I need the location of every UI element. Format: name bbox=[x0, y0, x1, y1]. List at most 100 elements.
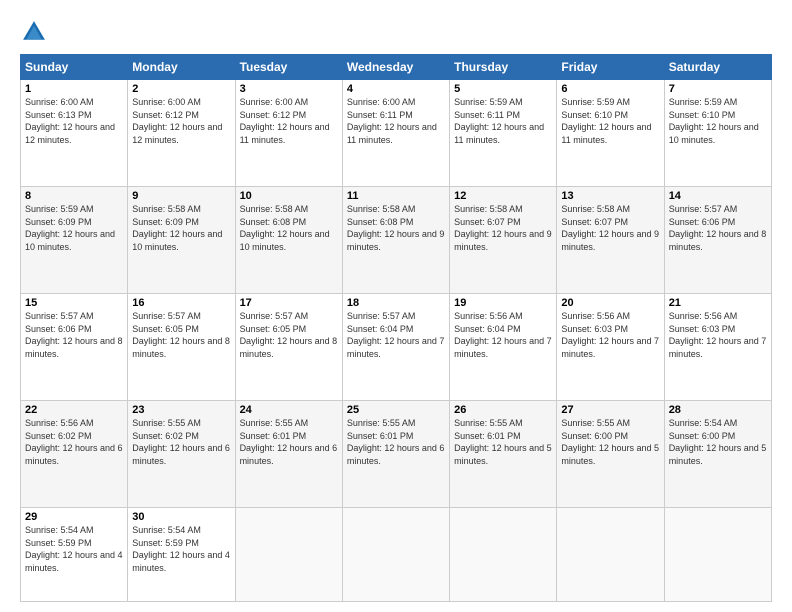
day-number: 10 bbox=[240, 190, 338, 202]
day-number: 15 bbox=[25, 297, 123, 309]
day-cell: 19Sunrise: 5:56 AMSunset: 6:04 PMDayligh… bbox=[450, 294, 557, 401]
day-info: Sunrise: 5:54 AMSunset: 5:59 PMDaylight:… bbox=[25, 524, 123, 574]
day-info: Sunrise: 6:00 AMSunset: 6:11 PMDaylight:… bbox=[347, 96, 445, 146]
day-cell: 17Sunrise: 5:57 AMSunset: 6:05 PMDayligh… bbox=[235, 294, 342, 401]
day-info: Sunrise: 5:57 AMSunset: 6:05 PMDaylight:… bbox=[240, 310, 338, 360]
day-number: 5 bbox=[454, 83, 552, 95]
day-info: Sunrise: 5:56 AMSunset: 6:03 PMDaylight:… bbox=[561, 310, 659, 360]
day-cell: 18Sunrise: 5:57 AMSunset: 6:04 PMDayligh… bbox=[342, 294, 449, 401]
week-row-4: 22Sunrise: 5:56 AMSunset: 6:02 PMDayligh… bbox=[21, 401, 772, 508]
day-cell bbox=[450, 508, 557, 602]
day-number: 17 bbox=[240, 297, 338, 309]
day-cell bbox=[664, 508, 771, 602]
day-cell: 14Sunrise: 5:57 AMSunset: 6:06 PMDayligh… bbox=[664, 187, 771, 294]
logo bbox=[20, 18, 52, 46]
day-number: 21 bbox=[669, 297, 767, 309]
day-info: Sunrise: 5:55 AMSunset: 6:00 PMDaylight:… bbox=[561, 417, 659, 467]
day-cell: 20Sunrise: 5:56 AMSunset: 6:03 PMDayligh… bbox=[557, 294, 664, 401]
day-info: Sunrise: 5:55 AMSunset: 6:02 PMDaylight:… bbox=[132, 417, 230, 467]
logo-icon bbox=[20, 18, 48, 46]
day-info: Sunrise: 5:54 AMSunset: 6:00 PMDaylight:… bbox=[669, 417, 767, 467]
day-info: Sunrise: 6:00 AMSunset: 6:12 PMDaylight:… bbox=[132, 96, 230, 146]
day-cell: 29Sunrise: 5:54 AMSunset: 5:59 PMDayligh… bbox=[21, 508, 128, 602]
calendar-header: SundayMondayTuesdayWednesdayThursdayFrid… bbox=[21, 55, 772, 80]
day-cell: 23Sunrise: 5:55 AMSunset: 6:02 PMDayligh… bbox=[128, 401, 235, 508]
day-number: 29 bbox=[25, 511, 123, 523]
day-info: Sunrise: 5:56 AMSunset: 6:02 PMDaylight:… bbox=[25, 417, 123, 467]
calendar-table: SundayMondayTuesdayWednesdayThursdayFrid… bbox=[20, 54, 772, 602]
day-number: 6 bbox=[561, 83, 659, 95]
day-number: 23 bbox=[132, 404, 230, 416]
day-cell: 2Sunrise: 6:00 AMSunset: 6:12 PMDaylight… bbox=[128, 80, 235, 187]
day-cell: 4Sunrise: 6:00 AMSunset: 6:11 PMDaylight… bbox=[342, 80, 449, 187]
day-cell bbox=[342, 508, 449, 602]
day-number: 14 bbox=[669, 190, 767, 202]
day-info: Sunrise: 6:00 AMSunset: 6:13 PMDaylight:… bbox=[25, 96, 123, 146]
calendar-body: 1Sunrise: 6:00 AMSunset: 6:13 PMDaylight… bbox=[21, 80, 772, 602]
day-cell: 5Sunrise: 5:59 AMSunset: 6:11 PMDaylight… bbox=[450, 80, 557, 187]
header bbox=[20, 18, 772, 46]
day-cell: 8Sunrise: 5:59 AMSunset: 6:09 PMDaylight… bbox=[21, 187, 128, 294]
day-info: Sunrise: 5:54 AMSunset: 5:59 PMDaylight:… bbox=[132, 524, 230, 574]
day-number: 3 bbox=[240, 83, 338, 95]
day-cell: 6Sunrise: 5:59 AMSunset: 6:10 PMDaylight… bbox=[557, 80, 664, 187]
day-info: Sunrise: 5:59 AMSunset: 6:10 PMDaylight:… bbox=[561, 96, 659, 146]
day-header-wednesday: Wednesday bbox=[342, 55, 449, 80]
day-info: Sunrise: 5:58 AMSunset: 6:08 PMDaylight:… bbox=[347, 203, 445, 253]
day-cell bbox=[235, 508, 342, 602]
day-cell: 25Sunrise: 5:55 AMSunset: 6:01 PMDayligh… bbox=[342, 401, 449, 508]
day-cell: 22Sunrise: 5:56 AMSunset: 6:02 PMDayligh… bbox=[21, 401, 128, 508]
day-cell: 27Sunrise: 5:55 AMSunset: 6:00 PMDayligh… bbox=[557, 401, 664, 508]
day-number: 22 bbox=[25, 404, 123, 416]
day-number: 12 bbox=[454, 190, 552, 202]
day-cell: 11Sunrise: 5:58 AMSunset: 6:08 PMDayligh… bbox=[342, 187, 449, 294]
day-number: 7 bbox=[669, 83, 767, 95]
day-header-thursday: Thursday bbox=[450, 55, 557, 80]
day-info: Sunrise: 6:00 AMSunset: 6:12 PMDaylight:… bbox=[240, 96, 338, 146]
day-info: Sunrise: 5:59 AMSunset: 6:11 PMDaylight:… bbox=[454, 96, 552, 146]
day-cell bbox=[557, 508, 664, 602]
day-cell: 21Sunrise: 5:56 AMSunset: 6:03 PMDayligh… bbox=[664, 294, 771, 401]
day-info: Sunrise: 5:56 AMSunset: 6:03 PMDaylight:… bbox=[669, 310, 767, 360]
day-number: 25 bbox=[347, 404, 445, 416]
day-number: 16 bbox=[132, 297, 230, 309]
day-header-sunday: Sunday bbox=[21, 55, 128, 80]
day-number: 28 bbox=[669, 404, 767, 416]
day-info: Sunrise: 5:56 AMSunset: 6:04 PMDaylight:… bbox=[454, 310, 552, 360]
day-cell: 7Sunrise: 5:59 AMSunset: 6:10 PMDaylight… bbox=[664, 80, 771, 187]
day-number: 20 bbox=[561, 297, 659, 309]
week-row-5: 29Sunrise: 5:54 AMSunset: 5:59 PMDayligh… bbox=[21, 508, 772, 602]
day-info: Sunrise: 5:58 AMSunset: 6:07 PMDaylight:… bbox=[561, 203, 659, 253]
day-cell: 10Sunrise: 5:58 AMSunset: 6:08 PMDayligh… bbox=[235, 187, 342, 294]
day-number: 13 bbox=[561, 190, 659, 202]
day-number: 11 bbox=[347, 190, 445, 202]
day-cell: 1Sunrise: 6:00 AMSunset: 6:13 PMDaylight… bbox=[21, 80, 128, 187]
day-number: 30 bbox=[132, 511, 230, 523]
day-number: 4 bbox=[347, 83, 445, 95]
day-number: 26 bbox=[454, 404, 552, 416]
week-row-3: 15Sunrise: 5:57 AMSunset: 6:06 PMDayligh… bbox=[21, 294, 772, 401]
week-row-1: 1Sunrise: 6:00 AMSunset: 6:13 PMDaylight… bbox=[21, 80, 772, 187]
day-cell: 28Sunrise: 5:54 AMSunset: 6:00 PMDayligh… bbox=[664, 401, 771, 508]
day-cell: 24Sunrise: 5:55 AMSunset: 6:01 PMDayligh… bbox=[235, 401, 342, 508]
day-info: Sunrise: 5:59 AMSunset: 6:10 PMDaylight:… bbox=[669, 96, 767, 146]
day-info: Sunrise: 5:55 AMSunset: 6:01 PMDaylight:… bbox=[240, 417, 338, 467]
day-number: 2 bbox=[132, 83, 230, 95]
day-info: Sunrise: 5:55 AMSunset: 6:01 PMDaylight:… bbox=[454, 417, 552, 467]
day-cell: 9Sunrise: 5:58 AMSunset: 6:09 PMDaylight… bbox=[128, 187, 235, 294]
day-number: 18 bbox=[347, 297, 445, 309]
day-cell: 13Sunrise: 5:58 AMSunset: 6:07 PMDayligh… bbox=[557, 187, 664, 294]
day-number: 8 bbox=[25, 190, 123, 202]
day-number: 24 bbox=[240, 404, 338, 416]
day-info: Sunrise: 5:55 AMSunset: 6:01 PMDaylight:… bbox=[347, 417, 445, 467]
day-cell: 15Sunrise: 5:57 AMSunset: 6:06 PMDayligh… bbox=[21, 294, 128, 401]
day-cell: 16Sunrise: 5:57 AMSunset: 6:05 PMDayligh… bbox=[128, 294, 235, 401]
header-row: SundayMondayTuesdayWednesdayThursdayFrid… bbox=[21, 55, 772, 80]
day-number: 27 bbox=[561, 404, 659, 416]
day-cell: 3Sunrise: 6:00 AMSunset: 6:12 PMDaylight… bbox=[235, 80, 342, 187]
day-info: Sunrise: 5:59 AMSunset: 6:09 PMDaylight:… bbox=[25, 203, 123, 253]
day-info: Sunrise: 5:57 AMSunset: 6:06 PMDaylight:… bbox=[25, 310, 123, 360]
week-row-2: 8Sunrise: 5:59 AMSunset: 6:09 PMDaylight… bbox=[21, 187, 772, 294]
day-cell: 30Sunrise: 5:54 AMSunset: 5:59 PMDayligh… bbox=[128, 508, 235, 602]
day-cell: 26Sunrise: 5:55 AMSunset: 6:01 PMDayligh… bbox=[450, 401, 557, 508]
